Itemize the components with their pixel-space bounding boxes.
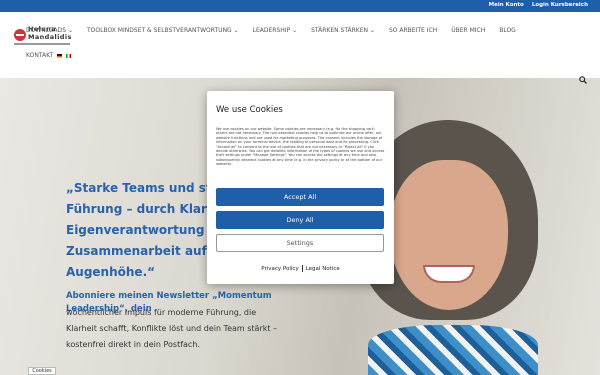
cookie-consent-dialog: We use Cookies We use cookies on our web… xyxy=(207,91,394,284)
link-divider xyxy=(301,265,303,272)
settings-button[interactable]: Settings xyxy=(216,234,384,252)
legal-notice-link[interactable]: Legal Notice xyxy=(306,266,340,272)
accept-all-button[interactable]: Accept All xyxy=(216,188,384,206)
privacy-policy-link[interactable]: Privacy Policy xyxy=(261,266,298,272)
cookie-dialog-text: We use cookies on our website. Some cook… xyxy=(216,127,385,167)
cookie-dialog-links: Privacy Policy Legal Notice xyxy=(207,265,394,272)
cookie-dialog-title: We use Cookies xyxy=(216,105,283,115)
deny-all-button[interactable]: Deny All xyxy=(216,211,384,229)
